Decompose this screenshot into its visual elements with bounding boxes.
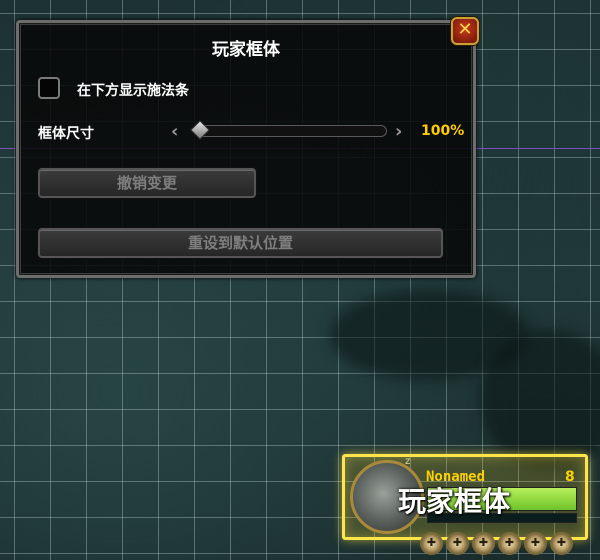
frame-size-label: 框体尺寸 <box>38 126 94 142</box>
frame-size-slider-track[interactable] <box>195 125 387 137</box>
show-castbar-checkbox[interactable] <box>38 77 60 99</box>
panel-title: 玩家框体 <box>212 40 280 60</box>
aura-icon[interactable]: ✚ <box>446 532 469 555</box>
show-castbar-label: 在下方显示施法条 <box>77 83 189 99</box>
slider-left-arrow-icon[interactable]: ‹ <box>171 121 178 142</box>
aura-icon[interactable]: ✚ <box>472 532 495 555</box>
aura-icon[interactable]: ✚ <box>420 532 443 555</box>
rest-indicator: z <box>405 456 411 467</box>
frame-size-value: 100% <box>421 123 465 139</box>
reset-position-button[interactable]: 重设到默认位置 <box>38 228 443 258</box>
aura-row: ✚ ✚ ✚ ✚ ✚ ✚ <box>420 532 580 555</box>
player-frame-settings-panel: 玩家框体 ✕ 在下方显示施法条 框体尺寸 ‹ › 100% 撤销变更 重设到默认… <box>16 17 479 278</box>
aura-icon[interactable]: ✚ <box>498 532 521 555</box>
player-level: 8 <box>565 469 575 485</box>
close-x-icon: ✕ <box>457 19 473 40</box>
player-frame-overlay-title: 玩家框体 <box>398 485 511 518</box>
aura-icon[interactable]: ✚ <box>524 532 547 555</box>
aura-icon[interactable]: ✚ <box>550 532 573 555</box>
slider-right-arrow-icon[interactable]: › <box>395 121 402 142</box>
close-button[interactable]: ✕ <box>451 17 479 45</box>
undo-changes-button[interactable]: 撤销变更 <box>38 168 256 198</box>
